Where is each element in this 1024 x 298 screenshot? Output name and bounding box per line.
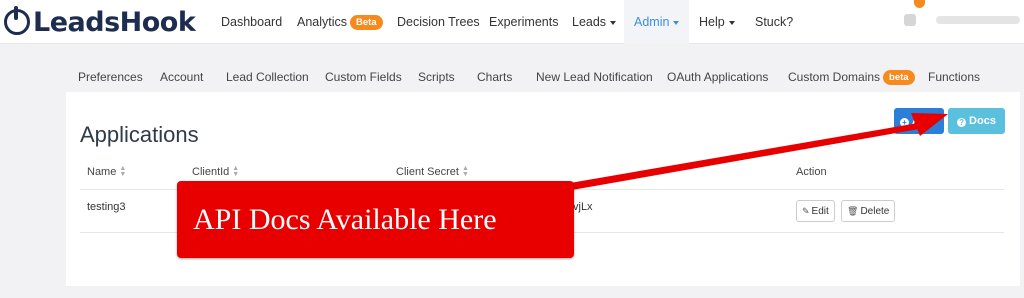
nav-decision-trees[interactable]: Decision Trees (397, 0, 480, 44)
docs-button[interactable]: ? Docs (948, 108, 1005, 134)
sort-icon: ▲ ▼ (461, 165, 469, 179)
nav-leads[interactable]: Leads (572, 0, 617, 44)
subnav-custom-domains-label: Custom Domains (788, 70, 881, 84)
sort-icon: ▲ ▼ (119, 165, 127, 179)
annotation-callout: API Docs Available Here (177, 181, 574, 258)
chevron-down-icon (610, 20, 617, 25)
column-header-name[interactable]: Name ▲ ▼ (87, 165, 127, 179)
subnav-account[interactable]: Account (160, 62, 203, 92)
nav-dashboard[interactable]: Dashboard (221, 0, 282, 44)
edit-button-label: Edit (811, 206, 829, 217)
docs-button-label: Docs (969, 115, 996, 127)
chevron-down-icon (673, 20, 680, 25)
add-button[interactable]: + Add (894, 108, 944, 134)
nav-stuck[interactable]: Stuck? (755, 0, 793, 44)
callout-text: API Docs Available Here (193, 203, 497, 236)
user-menu[interactable] (936, 16, 1020, 24)
beta-badge: beta (883, 70, 915, 86)
subnav-functions[interactable]: Functions (928, 62, 980, 92)
nav-analytics[interactable]: Analytics Beta (297, 0, 383, 44)
table-cell-client-secret: vjLx (573, 201, 593, 213)
nav-analytics-label: Analytics (297, 15, 348, 29)
column-header-label: Client Secret (396, 166, 459, 178)
subnav-oauth-applications[interactable]: OAuth Applications (667, 62, 768, 92)
nav-stuck-label: Stuck? (755, 15, 794, 29)
nav-experiments[interactable]: Experiments (489, 0, 558, 44)
column-header-clientid[interactable]: ClientId ▲ ▼ (192, 165, 240, 179)
subnav-charts[interactable]: Charts (477, 62, 512, 92)
pencil-icon: ✎ (802, 206, 810, 216)
nav-leads-label: Leads (572, 15, 607, 29)
subnav-scripts[interactable]: Scripts (418, 62, 455, 92)
subnav-new-lead-notification[interactable]: New Lead Notification (536, 62, 653, 92)
user-avatar[interactable] (904, 14, 916, 26)
add-button-label: Add (912, 115, 934, 127)
nav-dashboard-label: Dashboard (221, 15, 283, 29)
sort-icon: ▲ ▼ (232, 165, 240, 179)
leadshook-logo[interactable]: LeadsHook (4, 6, 196, 38)
nav-help[interactable]: Help (699, 0, 735, 44)
table-cell-name: testing3 (87, 201, 126, 213)
delete-button-label: Delete (860, 206, 890, 217)
plus-circle-icon: + (900, 118, 909, 127)
beta-badge: Beta (350, 15, 383, 31)
question-circle-icon: ? (957, 118, 967, 127)
subnav-custom-fields[interactable]: Custom Fields (325, 62, 402, 92)
column-header-label: ClientId (192, 166, 230, 178)
column-header-client-secret[interactable]: Client Secret ▲ ▼ (396, 165, 469, 179)
notification-indicator[interactable] (914, 0, 925, 8)
column-header-label: Name (87, 166, 117, 178)
logo-icon (4, 6, 30, 35)
logo-text: LeadsHook (33, 6, 196, 38)
column-header-action: Action (796, 166, 827, 178)
nav-experiments-label: Experiments (489, 15, 559, 29)
nav-admin-label: Admin (634, 15, 670, 29)
delete-button[interactable]: 🗑 Delete (841, 200, 896, 222)
chevron-down-icon (728, 20, 735, 25)
nav-help-label: Help (699, 15, 725, 29)
subnav-custom-domains[interactable]: Custom Domains beta (788, 62, 915, 92)
top-navbar: LeadsHook Dashboard Analytics Beta Decisi… (0, 0, 1024, 44)
nav-decision-trees-label: Decision Trees (397, 15, 480, 29)
page-title: Applications (80, 122, 199, 147)
subnav-lead-collection[interactable]: Lead Collection (226, 62, 309, 92)
subnav-preferences[interactable]: Preferences (78, 62, 143, 92)
trash-icon: 🗑 (847, 206, 859, 216)
edit-button[interactable]: ✎ Edit (796, 200, 835, 222)
nav-admin[interactable]: Admin (624, 0, 690, 44)
